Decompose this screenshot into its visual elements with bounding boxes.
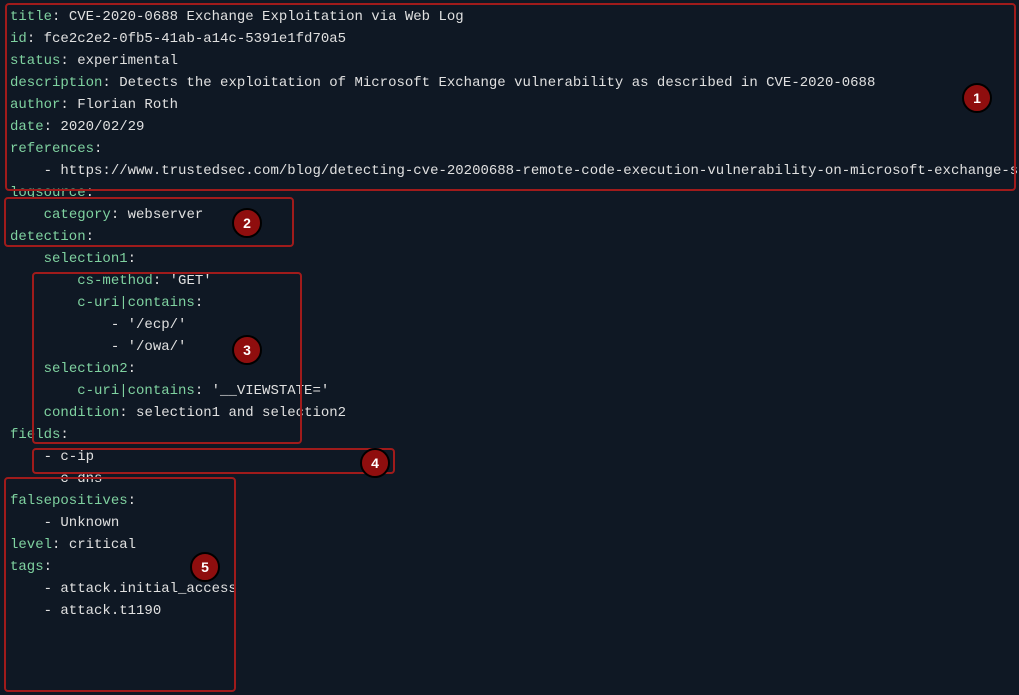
code-line: logsource:	[10, 182, 1009, 204]
code-line: author: Florian Roth	[10, 94, 1009, 116]
code-line: - c-dns	[10, 468, 1009, 490]
code-line: falsepositives:	[10, 490, 1009, 512]
code-line: category: webserver	[10, 204, 1009, 226]
code-line: - attack.t1190	[10, 600, 1009, 622]
code-line: - Unknown	[10, 512, 1009, 534]
code-line: selection1:	[10, 248, 1009, 270]
code-line: title: CVE-2020-0688 Exchange Exploitati…	[10, 6, 1009, 28]
code-line: status: experimental	[10, 50, 1009, 72]
code-line: - '/ecp/'	[10, 314, 1009, 336]
code-line: detection:	[10, 226, 1009, 248]
code-line: c-uri|contains:	[10, 292, 1009, 314]
code-line: cs-method: 'GET'	[10, 270, 1009, 292]
code-line: level: critical	[10, 534, 1009, 556]
code-line: condition: selection1 and selection2	[10, 402, 1009, 424]
code-line: - attack.initial_access	[10, 578, 1009, 600]
code-line: - c-ip	[10, 446, 1009, 468]
code-line: selection2:	[10, 358, 1009, 380]
code-line: c-uri|contains: '__VIEWSTATE='	[10, 380, 1009, 402]
code-line: date: 2020/02/29	[10, 116, 1009, 138]
code-line: id: fce2c2e2-0fb5-41ab-a14c-5391e1fd70a5	[10, 28, 1009, 50]
code-line: fields:	[10, 424, 1009, 446]
code-line: description: Detects the exploitation of…	[10, 72, 1009, 94]
code-line: references:	[10, 138, 1009, 160]
code-line: - '/owa/'	[10, 336, 1009, 358]
code-line: - https://www.trustedsec.com/blog/detect…	[10, 160, 1009, 182]
code-line: tags:	[10, 556, 1009, 578]
yaml-code-block: title: CVE-2020-0688 Exchange Exploitati…	[0, 0, 1019, 628]
